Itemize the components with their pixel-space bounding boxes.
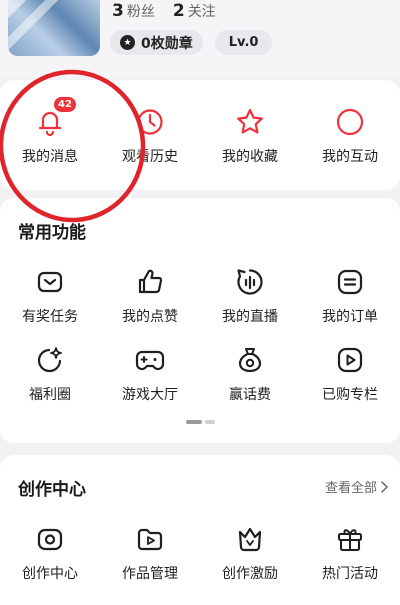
creator-item-label: 作品管理 (122, 566, 178, 582)
creator-item-label: 创作中心 (22, 566, 78, 582)
common-item-reward-tasks[interactable]: 有奖任务 (0, 264, 100, 326)
chevron-right-icon (381, 480, 388, 493)
gift-icon-wrap (332, 521, 368, 557)
profile-badges: ★ 0枚勋章 Lv.0 (110, 30, 273, 55)
followers-stat[interactable]: 3 粉丝 (112, 1, 155, 21)
following-count: 2 (172, 1, 185, 21)
order-icon (337, 269, 363, 295)
star-icon (237, 108, 263, 134)
common-item-label: 我的直播 (222, 309, 278, 325)
play-box-icon (337, 347, 363, 373)
gamepad-icon-wrap (132, 342, 168, 378)
medals-label: 0枚勋章 (141, 35, 193, 52)
thumbs-up-icon-wrap (132, 264, 168, 300)
money-bag-icon-wrap (232, 342, 268, 378)
see-all-link[interactable]: 查看全部 (325, 477, 388, 496)
profile-header: 3 粉丝 2 关注 ★ 0枚勋章 Lv.0 (0, 0, 400, 78)
level-label: Lv.0 (228, 35, 259, 50)
creator-center-title: 创作中心 (18, 480, 86, 500)
live-audio-icon (237, 269, 263, 295)
common-item-win-credit[interactable]: 赢话费 (200, 342, 300, 404)
following-label: 关注 (187, 4, 216, 20)
circle-icon-wrap (332, 104, 368, 140)
followers-label: 粉丝 (126, 4, 155, 20)
folder-play-icon (137, 528, 163, 551)
common-item-label: 我的点赞 (122, 309, 178, 325)
quick-item-interactions[interactable]: 我的互动 (300, 104, 400, 166)
camera-icon-wrap (32, 521, 68, 557)
creator-item-label: 热门活动 (322, 566, 378, 582)
welfare-sparkle-icon-wrap (32, 342, 68, 378)
common-item-label: 游戏大厅 (122, 387, 178, 403)
circle-icon (336, 108, 364, 136)
gift-icon (337, 529, 363, 552)
quick-item-label: 我的收藏 (222, 149, 278, 165)
followers-count: 3 (112, 1, 124, 21)
welfare-sparkle-icon (37, 347, 62, 373)
creator-item-label: 创作激励 (222, 566, 278, 582)
common-item-label: 福利圈 (29, 387, 71, 403)
quick-item-history[interactable]: 观看历史 (100, 104, 200, 166)
folder-play-icon-wrap (132, 521, 168, 557)
camera-icon (37, 528, 63, 551)
creator-center-card: 创作中心 查看全部 创作中心 作品管理 创作激励 热门活动 (0, 455, 400, 605)
clock-icon-wrap (132, 104, 168, 140)
profile-stats: 3 粉丝 2 关注 (112, 0, 216, 22)
reward-box-icon (37, 271, 63, 293)
creator-item-hot-events[interactable]: 热门活动 (300, 521, 400, 583)
common-item-label: 我的订单 (322, 309, 378, 325)
following-stat[interactable]: 2 关注 (173, 1, 216, 21)
common-item-orders[interactable]: 我的订单 (300, 264, 400, 326)
creator-item-incentives[interactable]: 创作激励 (200, 521, 300, 583)
creator-item-works[interactable]: 作品管理 (100, 521, 200, 583)
unread-count-badge: 42 (54, 97, 76, 112)
common-item-label: 已购专栏 (322, 387, 378, 403)
bell-icon-wrap: 42 (32, 97, 76, 140)
avatar[interactable] (8, 0, 100, 56)
star-icon-wrap (232, 104, 268, 140)
common-item-label: 有奖任务 (22, 309, 78, 325)
gamepad-icon (135, 350, 165, 371)
see-all-label: 查看全部 (324, 481, 377, 496)
common-item-welfare[interactable]: 福利圈 (0, 342, 100, 404)
page-indicator-dot (205, 420, 215, 424)
quick-item-label: 我的消息 (22, 149, 78, 165)
quick-item-label: 我的互动 (322, 149, 378, 165)
reward-box-icon-wrap (32, 264, 68, 300)
quick-item-messages[interactable]: 42 我的消息 (0, 97, 100, 166)
common-item-label: 赢话费 (229, 387, 271, 403)
common-item-game-hall[interactable]: 游戏大厅 (100, 342, 200, 404)
money-bag-icon (238, 348, 262, 373)
quick-item-favorites[interactable]: 我的收藏 (200, 104, 300, 166)
page-indicator-dot-active (186, 420, 202, 424)
level-button[interactable]: Lv.0 (214, 30, 273, 55)
medals-button[interactable]: ★ 0枚勋章 (110, 30, 203, 55)
quick-entries-card: 42 我的消息 观看历史 我的收藏 我的互动 (0, 80, 400, 190)
clock-icon (137, 109, 163, 135)
crown-icon (238, 527, 262, 552)
common-item-live[interactable]: 我的直播 (200, 264, 300, 326)
medal-icon: ★ (120, 35, 135, 50)
crown-icon-wrap (232, 521, 268, 557)
page-indicator (186, 420, 215, 424)
order-icon-wrap (332, 264, 368, 300)
creator-item-studio[interactable]: 创作中心 (0, 521, 100, 583)
play-box-icon-wrap (332, 342, 368, 378)
common-item-purchased-columns[interactable]: 已购专栏 (300, 342, 400, 404)
common-item-likes[interactable]: 我的点赞 (100, 264, 200, 326)
quick-item-label: 观看历史 (122, 149, 178, 165)
common-functions-title: 常用功能 (18, 223, 86, 243)
thumbs-up-icon (138, 269, 163, 294)
live-audio-icon-wrap (232, 264, 268, 300)
common-functions-card: 常用功能 有奖任务 我的点赞 我的直播 我的订单 福利圈 游戏大厅 赢话费 已购… (0, 198, 400, 443)
